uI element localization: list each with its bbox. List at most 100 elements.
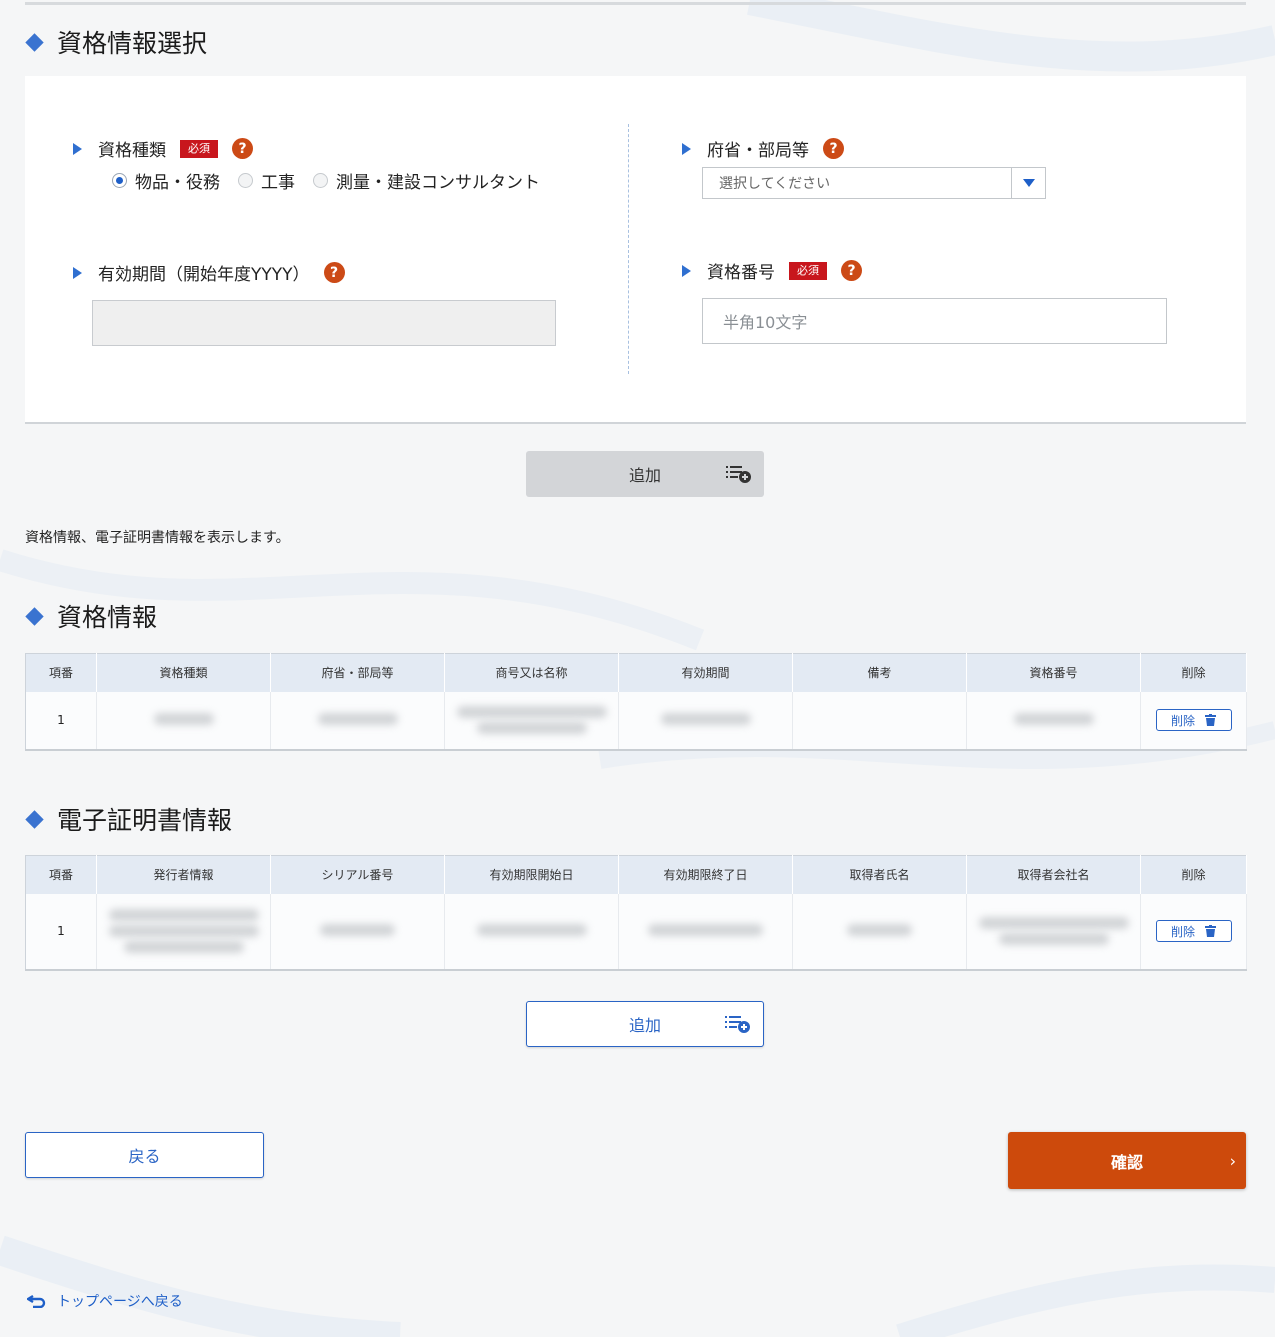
- chevron-right-icon: ›: [1229, 1151, 1236, 1170]
- header-cell: 資格種類: [96, 653, 271, 692]
- diamond-icon: [25, 809, 44, 829]
- redacted-cell: [96, 893, 271, 970]
- redacted-cell: [792, 893, 967, 970]
- add-button-label: 追加: [628, 1016, 661, 1035]
- section-title-qualification-select: 資格情報選択: [25, 24, 207, 60]
- table-row: 1 削除: [25, 691, 1247, 750]
- redacted-cell: [444, 691, 619, 750]
- remarks-cell: [792, 691, 967, 750]
- add-qualification-button[interactable]: 追加: [526, 451, 764, 497]
- header-cell: 取得者会社名: [966, 855, 1141, 894]
- ministry-select[interactable]: 選択してください: [702, 167, 1046, 199]
- period-label: 有効期間（開始年度YYYY）: [98, 265, 310, 285]
- chevron-down-icon: [1022, 179, 1035, 187]
- radio-unselected-icon[interactable]: [238, 173, 253, 188]
- top-divider: [25, 2, 1246, 5]
- type-radio-group: 物品・役務 工事 測量・建設コンサルタント: [112, 168, 558, 193]
- back-button[interactable]: 戻る: [25, 1132, 264, 1178]
- number-field-label: 資格番号 必須 ?: [682, 258, 862, 283]
- header-cell: 項番: [25, 855, 97, 894]
- header-cell: 有効期限終了日: [618, 855, 793, 894]
- table-row: 1 削除: [25, 893, 1247, 970]
- list-add-icon: [726, 466, 751, 483]
- header-cell: 資格番号: [966, 653, 1141, 692]
- header-cell: 有効期限開始日: [444, 855, 619, 894]
- ministry-field-label: 府省・部局等 ?: [682, 136, 844, 161]
- top-page-link-label: トップページへ戻る: [57, 1294, 183, 1310]
- radio-unselected-icon[interactable]: [313, 173, 328, 188]
- panel-divider: [628, 124, 629, 374]
- certificate-table-wrap: 項番 発行者情報 シリアル番号 有効期限開始日 有効期限終了日 取得者氏名 取得…: [25, 855, 1247, 971]
- qualification-select-panel: 資格種類 必須 ? 物品・役務 工事 測量・建設コンサルタント 有効期間（開始年…: [25, 76, 1246, 424]
- confirm-button-label: 確認: [1110, 1152, 1143, 1172]
- qualification-table-wrap: 項番 資格種類 府省・部局等 商号又は名称 有効期間 備考 資格番号 削除 1: [25, 653, 1247, 751]
- trash-icon: [1205, 925, 1216, 937]
- triangle-bullet-icon: [73, 142, 82, 155]
- radio-goods-services[interactable]: 物品・役務: [112, 168, 220, 193]
- number-input-placeholder: 半角10文字: [723, 313, 808, 332]
- period-field-label: 有効期間（開始年度YYYY） ?: [73, 260, 345, 285]
- section-title-text: 資格情報選択: [57, 29, 208, 58]
- row-index: 1: [25, 893, 97, 970]
- redacted-cell: [618, 691, 793, 750]
- radio-selected-icon[interactable]: [112, 173, 127, 188]
- add-button-label: 追加: [628, 466, 661, 485]
- ministry-label: 府省・部局等: [707, 141, 809, 161]
- help-icon[interactable]: ?: [841, 260, 862, 281]
- return-arrow-icon: [27, 1294, 46, 1308]
- type-field-label: 資格種類 必須 ?: [73, 136, 253, 161]
- row-index: 1: [25, 691, 97, 750]
- ministry-select-placeholder: 選択してください: [719, 176, 831, 192]
- header-cell: 削除: [1140, 855, 1247, 894]
- help-icon[interactable]: ?: [323, 262, 345, 283]
- delete-button[interactable]: 削除: [1155, 920, 1232, 942]
- header-cell: シリアル番号: [270, 855, 445, 894]
- section-title-text: 資格情報: [57, 603, 158, 632]
- diamond-icon: [25, 32, 44, 52]
- header-cell: 項番: [25, 653, 97, 692]
- redacted-cell: [270, 893, 445, 970]
- select-toggle[interactable]: [1011, 168, 1045, 198]
- triangle-bullet-icon: [73, 266, 82, 279]
- section-title-text: 電子証明書情報: [57, 806, 233, 835]
- period-input[interactable]: [92, 300, 556, 346]
- delete-cell: 削除: [1140, 691, 1247, 750]
- required-badge: 必須: [789, 261, 827, 280]
- help-icon[interactable]: ?: [823, 138, 844, 159]
- qualification-table: 項番 資格種類 府省・部局等 商号又は名称 有効期間 備考 資格番号 削除 1: [25, 653, 1247, 751]
- certificate-table: 項番 発行者情報 シリアル番号 有効期限開始日 有効期限終了日 取得者氏名 取得…: [25, 855, 1247, 971]
- radio-survey-consultant[interactable]: 測量・建設コンサルタント: [313, 168, 540, 193]
- list-add-icon: [725, 1016, 750, 1033]
- delete-label: 削除: [1170, 713, 1195, 728]
- radio-label: 測量・建設コンサルタント: [336, 173, 540, 193]
- radio-label: 工事: [261, 173, 295, 193]
- add-certificate-button[interactable]: 追加: [526, 1001, 764, 1047]
- diamond-icon: [25, 606, 44, 626]
- description-text: 資格情報、電子証明書情報を表示します。: [25, 530, 290, 546]
- redacted-cell: [966, 691, 1141, 750]
- header-cell: 発行者情報: [96, 855, 271, 894]
- table-header-row: 項番 発行者情報 シリアル番号 有効期限開始日 有効期限終了日 取得者氏名 取得…: [25, 855, 1247, 894]
- header-cell: 取得者氏名: [792, 855, 967, 894]
- redacted-cell: [96, 691, 271, 750]
- type-label: 資格種類: [98, 141, 166, 161]
- header-cell: 削除: [1140, 653, 1247, 692]
- redacted-cell: [444, 893, 619, 970]
- top-page-link[interactable]: トップページへ戻る: [27, 1291, 183, 1311]
- triangle-bullet-icon: [682, 142, 691, 155]
- header-cell: 商号又は名称: [444, 653, 619, 692]
- number-label: 資格番号: [707, 263, 775, 283]
- help-icon[interactable]: ?: [232, 138, 253, 159]
- triangle-bullet-icon: [682, 264, 691, 277]
- redacted-cell: [618, 893, 793, 970]
- redacted-cell: [966, 893, 1141, 970]
- number-input[interactable]: 半角10文字: [702, 298, 1167, 344]
- header-cell: 有効期間: [618, 653, 793, 692]
- trash-icon: [1205, 714, 1216, 726]
- radio-construction[interactable]: 工事: [238, 168, 295, 193]
- confirm-button[interactable]: 確認 ›: [1008, 1132, 1246, 1189]
- redacted-cell: [270, 691, 445, 750]
- delete-button[interactable]: 削除: [1155, 709, 1232, 731]
- delete-cell: 削除: [1140, 893, 1247, 970]
- delete-label: 削除: [1170, 924, 1195, 939]
